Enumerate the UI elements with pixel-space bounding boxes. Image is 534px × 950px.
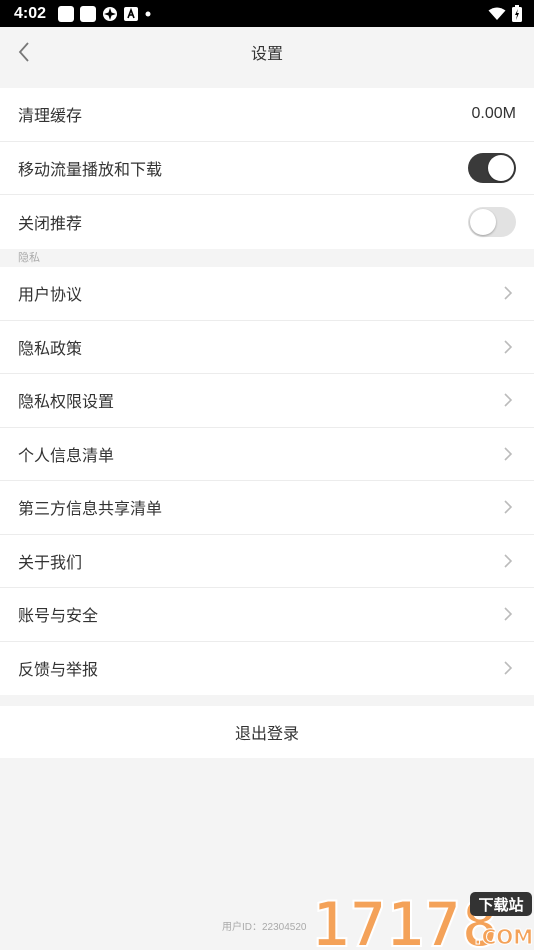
clear-cache-label: 清理缓存 <box>18 106 83 126</box>
list-item-privacy-permissions[interactable]: 隐私权限设置 <box>0 374 534 428</box>
disable-recommend-toggle[interactable] <box>468 206 516 237</box>
app-icon <box>58 5 75 22</box>
back-arrow-icon <box>18 42 29 62</box>
list-item-label: 第三方信息共享清单 <box>18 499 163 519</box>
watermark-domain: .COM <box>474 925 533 949</box>
chevron-right-icon <box>504 340 513 354</box>
notification-icons <box>58 5 488 22</box>
watermark-tag: 下载站 <box>478 896 523 914</box>
chevron-right-icon <box>504 607 513 621</box>
chevron-right-icon <box>504 286 513 300</box>
list-item-user-agreement[interactable]: 用户协议 <box>0 267 534 321</box>
header: 设置 <box>0 27 534 77</box>
list-item-feedback-report[interactable]: 反馈与举报 <box>0 642 534 696</box>
logout-button[interactable]: 退出登录 <box>0 706 534 758</box>
privacy-group-label: 隐私 <box>0 249 534 267</box>
mobile-data-label: 移动流量播放和下载 <box>18 159 163 179</box>
general-settings-section: 清理缓存 0.00M 移动流量播放和下载 关闭推荐 <box>0 88 534 249</box>
chevron-right-icon <box>504 500 513 514</box>
list-item-account-security[interactable]: 账号与安全 <box>0 588 534 642</box>
status-time: 4:02 <box>14 4 47 22</box>
mobile-data-toggle[interactable] <box>468 152 516 183</box>
list-item-third-party-sharing[interactable]: 第三方信息共享清单 <box>0 481 534 535</box>
list-item-about-us[interactable]: 关于我们 <box>0 535 534 588</box>
a-icon <box>124 6 139 21</box>
battery-charging-icon <box>512 5 522 22</box>
system-icons <box>488 5 522 22</box>
back-button[interactable] <box>10 37 38 67</box>
list-item-label: 个人信息清单 <box>18 445 115 465</box>
page-title: 设置 <box>250 44 283 63</box>
status-bar: 4:02 <box>0 0 534 27</box>
disable-recommend-row: 关闭推荐 <box>0 195 534 249</box>
list-item-label: 用户协议 <box>18 285 83 305</box>
list-item-label: 关于我们 <box>18 552 83 572</box>
privacy-section: 用户协议 隐私政策 隐私权限设置 个人信息清单 第三方信息共享清单 关于我们 账… <box>0 267 534 695</box>
logo-icon <box>103 6 118 21</box>
chevron-right-icon <box>504 393 513 407</box>
chevron-right-icon <box>504 554 513 568</box>
list-item-privacy-policy[interactable]: 隐私政策 <box>0 321 534 374</box>
cache-size-value: 0.00M <box>471 105 516 123</box>
toggle-knob <box>488 154 514 181</box>
clear-cache-row[interactable]: 清理缓存 0.00M <box>0 88 534 142</box>
chevron-right-icon <box>504 661 513 675</box>
app-icon <box>80 5 97 22</box>
list-item-label: 隐私政策 <box>18 338 83 358</box>
disable-recommend-label: 关闭推荐 <box>18 213 83 233</box>
user-id-text: 用户ID：22304520 <box>222 922 307 933</box>
chevron-right-icon <box>504 447 513 461</box>
list-item-label: 账号与安全 <box>18 606 99 626</box>
list-item-label: 隐私权限设置 <box>18 392 115 412</box>
mobile-data-row: 移动流量播放和下载 <box>0 142 534 195</box>
watermark-logo: 17178 下载站 .COM <box>311 887 534 950</box>
wifi-icon <box>488 7 506 20</box>
list-item-personal-info-list[interactable]: 个人信息清单 <box>0 428 534 481</box>
list-item-label: 反馈与举报 <box>18 660 99 680</box>
dot-icon <box>145 11 151 16</box>
toggle-knob <box>470 208 496 235</box>
